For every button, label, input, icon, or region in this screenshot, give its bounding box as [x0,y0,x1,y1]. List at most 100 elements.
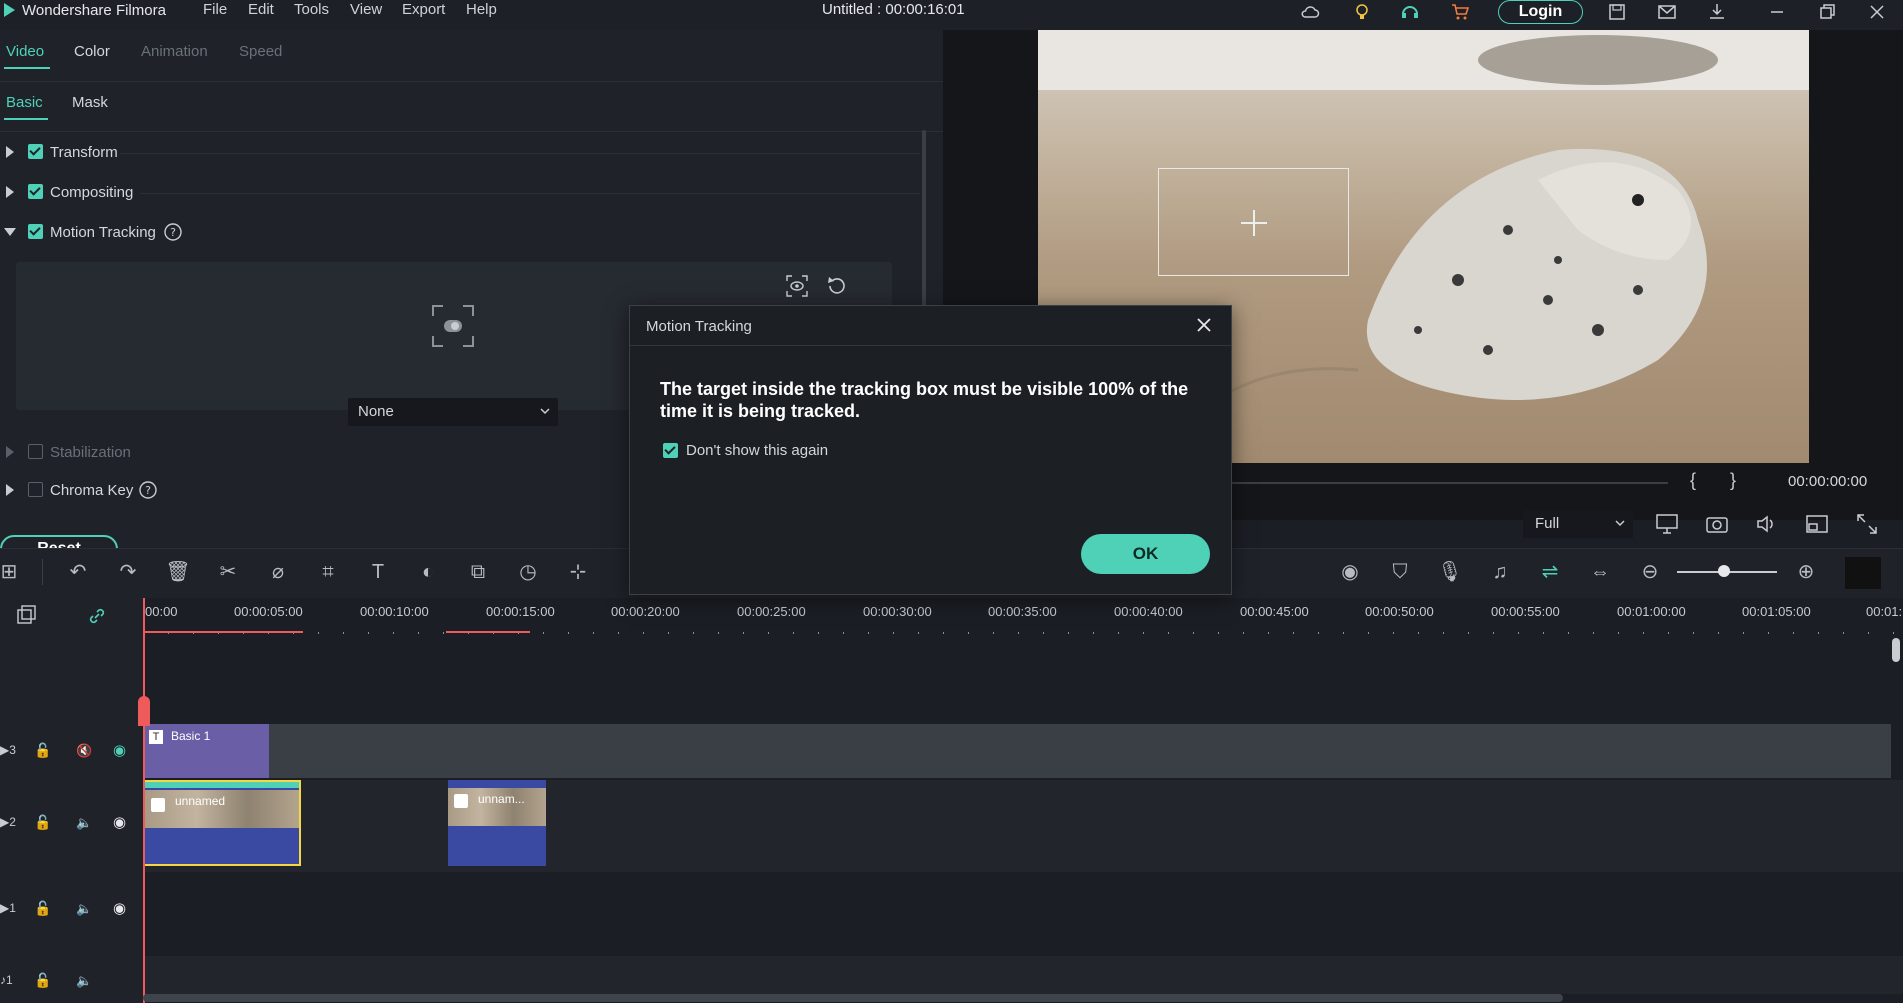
hide-eye-icon[interactable]: ◉ [113,741,126,759]
delete-icon[interactable]: 🗑 [165,559,191,585]
tracking-object-select[interactable]: None [348,398,558,426]
menu-tools[interactable]: Tools [294,0,329,20]
menu-export[interactable]: Export [402,0,445,20]
stabilization-checkbox[interactable] [28,444,43,459]
marker-icon[interactable]: ⛉ [1387,559,1413,585]
render-icon[interactable]: ◉ [1337,559,1363,585]
menu-view[interactable]: View [350,0,382,20]
preview-quality-select[interactable]: Full [1523,510,1633,538]
undo-icon[interactable]: ↶ [65,559,91,585]
subtab-mask[interactable]: Mask [72,93,108,113]
zoom-slider-handle[interactable] [1718,565,1730,577]
display-icon[interactable] [1655,512,1679,536]
reset-rotate-icon[interactable] [826,275,848,297]
motion-tracking-checkbox[interactable] [28,224,43,239]
speed-icon[interactable]: ◷ [515,559,541,585]
menu-file[interactable]: File [203,0,227,20]
expand-triangle-icon[interactable] [6,446,14,458]
track-1-label: ▶1 [0,901,16,915]
eye-icon[interactable]: ◉ [113,813,126,831]
ruler-label: 00:00:30:00 [863,604,932,619]
timeline-vertical-scrollbar[interactable] [1892,638,1900,662]
mail-icon[interactable] [1657,2,1677,22]
minimize-icon[interactable] [1767,2,1787,22]
lightbulb-icon[interactable] [1352,2,1372,22]
panel-scrollbar[interactable] [922,130,926,330]
link-icon[interactable] [86,605,108,627]
add-track-icon[interactable] [16,605,38,627]
transform-checkbox[interactable] [28,144,43,159]
mute-icon[interactable]: 🔇 [76,743,92,759]
close-window-icon[interactable] [1867,2,1887,22]
download-icon[interactable] [1707,2,1727,22]
save-icon[interactable] [1607,2,1627,22]
help-icon[interactable]: ? [163,222,183,242]
crop-icon[interactable]: ⌗ [315,559,341,585]
green-screen-icon[interactable]: ⧉ [465,559,491,585]
speaker-icon[interactable]: 🔈 [76,815,92,831]
redo-icon[interactable]: ↷ [115,559,141,585]
expand-triangle-icon[interactable] [6,186,14,198]
panel-toggle[interactable] [1845,557,1881,589]
compositing-checkbox[interactable] [28,184,43,199]
playhead[interactable] [143,598,145,1003]
menu-edit[interactable]: Edit [248,0,274,20]
chroma-key-checkbox[interactable] [28,482,43,497]
color-palette-icon[interactable]: ◐ [415,559,441,585]
track-2-label: ▶2 [0,815,16,829]
cloud-icon[interactable] [1300,2,1320,22]
snap-icon[interactable]: ⇌ [1537,559,1563,585]
video-clip[interactable]: unnam... [448,780,546,866]
lock-icon[interactable]: 🔓 [34,972,51,989]
cut-icon[interactable]: ✂ [215,559,241,585]
restore-icon[interactable] [1817,2,1837,22]
zoom-in-icon[interactable]: ⊕ [1793,559,1819,585]
lock-icon[interactable]: 🔓 [34,742,51,759]
dont-show-again-checkbox[interactable] [663,443,678,458]
eye-scan-icon[interactable] [786,275,808,297]
dont-show-again-label: Don't show this again [686,442,829,459]
zoom-out-icon[interactable]: ⊖ [1637,559,1663,585]
focus-icon[interactable]: ⊹ [565,559,591,585]
ruler-label: 00:01:05:00 [1742,604,1811,619]
playhead-handle[interactable] [138,696,150,726]
tab-animation[interactable]: Animation [141,42,208,62]
mark-in-button[interactable]: { [1690,470,1696,491]
subtab-basic-underline [4,118,48,120]
tracking-crosshair [1253,210,1255,236]
text-icon[interactable]: T [365,559,391,585]
cart-icon[interactable] [1450,2,1470,22]
video-clip[interactable]: unnamed [143,780,301,866]
lock-icon[interactable]: 🔓 [34,900,51,917]
preview-progress-bar[interactable] [1232,482,1668,484]
layout-grid-icon[interactable]: ⊞ [0,559,22,585]
support-headset-icon[interactable] [1400,2,1420,22]
speaker-icon[interactable]: 🔈 [76,901,92,917]
tab-video[interactable]: Video [6,42,44,62]
microphone-icon[interactable]: 🎙 [1437,559,1463,585]
tag-icon[interactable]: ⌀ [265,559,291,585]
login-button[interactable]: Login [1498,0,1583,24]
mark-out-button[interactable]: } [1730,470,1736,491]
snapshot-icon[interactable] [1705,512,1729,536]
expand-triangle-icon[interactable] [6,484,14,496]
collapse-triangle-icon[interactable] [4,228,16,236]
speaker-icon[interactable]: 🔈 [76,973,92,989]
audio-mixer-icon[interactable]: ♫ [1487,559,1513,585]
tab-color[interactable]: Color [74,42,110,62]
eye-icon[interactable]: ◉ [113,899,126,917]
expand-triangle-icon[interactable] [6,146,14,158]
fullscreen-icon[interactable] [1855,512,1879,536]
menu-help[interactable]: Help [466,0,497,20]
pip-icon[interactable] [1805,512,1829,536]
lock-icon[interactable]: 🔓 [34,814,51,831]
tab-speed[interactable]: Speed [239,42,282,62]
help-icon[interactable]: ? [138,480,158,500]
fit-timeline-icon[interactable]: ⇔ [1587,559,1613,585]
title-clip[interactable]: T Basic 1 [143,724,269,778]
ok-button[interactable]: OK [1081,534,1210,574]
volume-icon[interactable] [1755,512,1779,536]
close-icon[interactable] [1195,316,1213,334]
timeline-scrollbar[interactable] [143,994,1563,1002]
subtab-basic[interactable]: Basic [6,93,43,113]
